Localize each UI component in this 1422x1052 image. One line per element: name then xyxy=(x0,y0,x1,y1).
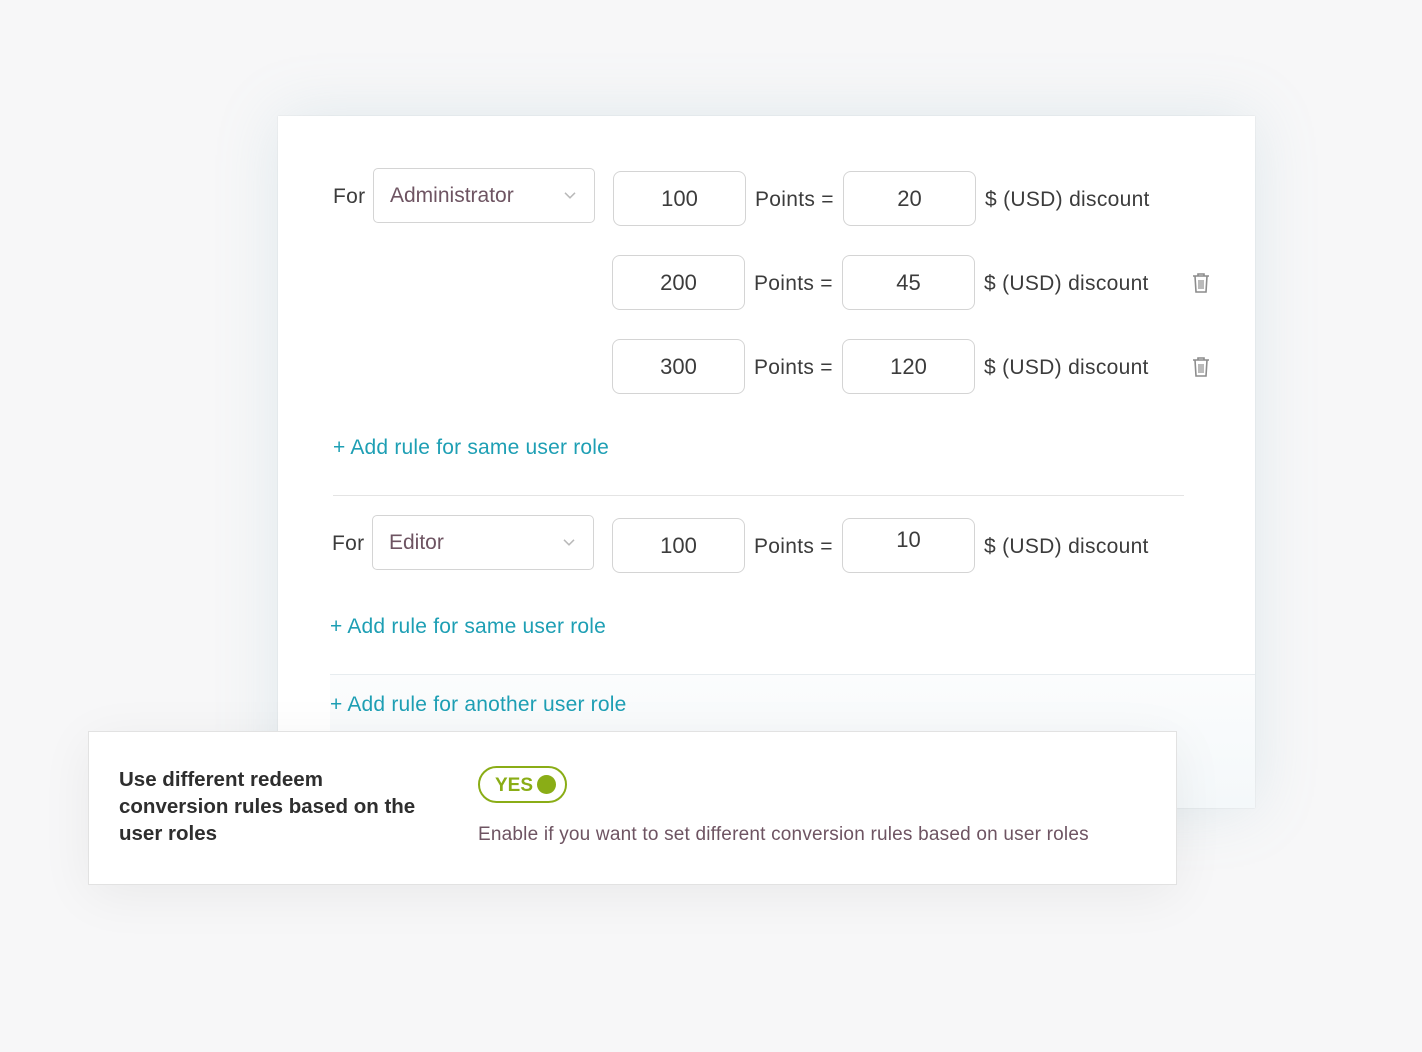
trash-icon[interactable] xyxy=(1191,272,1211,294)
add-rule-same-role-link[interactable]: + Add rule for same user role xyxy=(330,615,606,639)
points-equals-label: Points = xyxy=(755,188,834,211)
discount-input[interactable]: 20 xyxy=(843,171,976,226)
chevron-down-icon xyxy=(563,538,575,546)
user-role-select-editor[interactable]: Editor xyxy=(372,515,594,570)
points-input[interactable]: 100 xyxy=(612,518,745,573)
add-rule-another-role-link[interactable]: + Add rule for another user role xyxy=(330,693,627,717)
add-rule-same-role-link[interactable]: + Add rule for same user role xyxy=(333,436,609,460)
discount-input[interactable]: 45 xyxy=(842,255,975,310)
role-based-rules-setting: Use different redeem conversion rules ba… xyxy=(88,731,1177,885)
setting-title: Use different redeem conversion rules ba… xyxy=(119,768,416,845)
discount-label: $ (USD) discount xyxy=(984,535,1149,558)
setting-description: Enable if you want to set different conv… xyxy=(478,824,1089,845)
points-equals-label: Points = xyxy=(754,535,833,558)
points-input[interactable]: 300 xyxy=(612,339,745,394)
points-input[interactable]: 200 xyxy=(612,255,745,310)
points-equals-label: Points = xyxy=(754,272,833,295)
points-input[interactable]: 100 xyxy=(613,171,746,226)
discount-label: $ (USD) discount xyxy=(985,188,1150,211)
for-label: For xyxy=(333,185,366,208)
user-role-value: Administrator xyxy=(390,184,514,207)
trash-icon[interactable] xyxy=(1191,356,1211,378)
group-divider xyxy=(333,495,1184,496)
points-equals-label: Points = xyxy=(754,356,833,379)
for-label: For xyxy=(332,532,365,555)
discount-input[interactable]: 120 xyxy=(842,339,975,394)
section-divider xyxy=(330,674,1255,675)
user-role-value: Editor xyxy=(389,531,444,554)
toggle-label: YES xyxy=(495,775,534,796)
discount-input[interactable]: 10 xyxy=(842,518,975,573)
role-rules-toggle[interactable]: YES xyxy=(478,766,567,803)
discount-label: $ (USD) discount xyxy=(984,356,1149,379)
user-role-select-administrator[interactable]: Administrator xyxy=(373,168,595,223)
toggle-knob xyxy=(537,775,556,794)
discount-label: $ (USD) discount xyxy=(984,272,1149,295)
chevron-down-icon xyxy=(564,191,576,199)
